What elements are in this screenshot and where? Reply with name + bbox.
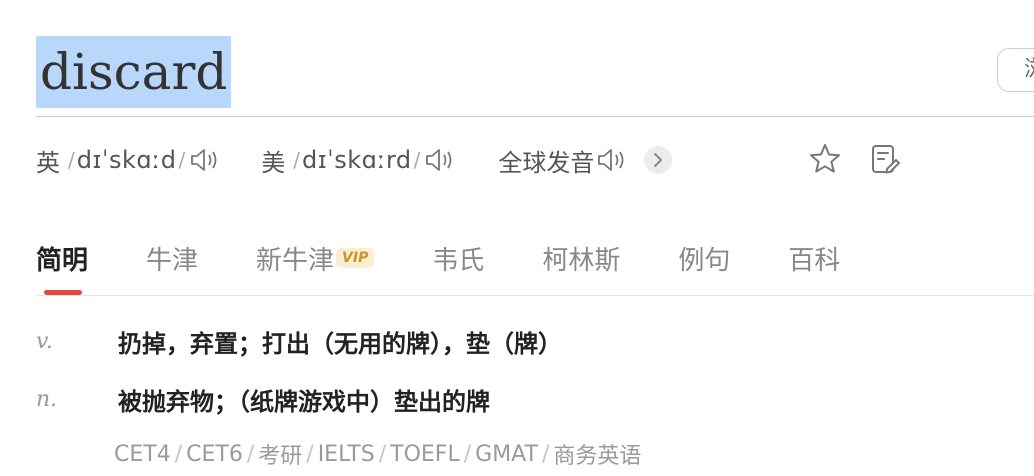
exam-tag: TOEFL bbox=[390, 441, 460, 467]
chevron-right-icon[interactable] bbox=[644, 146, 673, 174]
tab-concise[interactable]: 简明 bbox=[36, 240, 88, 277]
exam-tag: 考研 bbox=[258, 444, 303, 469]
vip-badge: VIP bbox=[336, 248, 375, 268]
global-pronunciation[interactable]: 全球发音 bbox=[498, 143, 673, 178]
headword[interactable]: discard bbox=[36, 36, 232, 108]
word-tools bbox=[808, 142, 902, 176]
phonetic-uk-ipa: dɪˈskɑːd bbox=[76, 146, 177, 174]
tab-oxford[interactable]: 牛津 bbox=[146, 240, 198, 277]
divider bbox=[36, 116, 1034, 117]
definition-item: v. 扔掉，弃置；打出（无用的牌），垫（牌） bbox=[36, 324, 562, 359]
exam-tag: 商务英语 bbox=[553, 444, 642, 469]
exam-tag: CET4 bbox=[114, 441, 171, 467]
slash: / bbox=[178, 148, 186, 172]
tab-encyclopedia[interactable]: 百科 bbox=[788, 240, 840, 277]
phonetic-us-label: 美 bbox=[261, 148, 286, 177]
part-of-speech: n. bbox=[36, 387, 58, 412]
exam-tags: CET4 / CET6 / 考研 / IELTS / TOEFL / GMAT … bbox=[114, 438, 641, 470]
phonetic-us: 美 / dɪˈskɑːrd / bbox=[261, 143, 458, 178]
phonetic-us-ipa: dɪˈskɑːrd bbox=[301, 146, 412, 174]
tab-collins[interactable]: 柯林斯 bbox=[542, 240, 620, 277]
definition-item: n. 被抛弃物；（纸牌游戏中）垫出的牌 bbox=[36, 382, 490, 417]
dictionary-tabs: 简明 牛津 新牛津 VIP 韦氏 柯林斯 例句 百科 bbox=[36, 236, 898, 280]
star-icon[interactable] bbox=[808, 142, 842, 176]
separator: / bbox=[378, 441, 387, 467]
separator: / bbox=[246, 441, 255, 467]
phonetics-row: 英 / dɪˈskɑːd / 美 / dɪˈskɑːrd / 全球发音 bbox=[36, 138, 673, 182]
speaker-icon[interactable] bbox=[596, 145, 630, 175]
exam-tag: CET6 bbox=[186, 441, 243, 467]
slash: / bbox=[68, 148, 75, 172]
slash: / bbox=[413, 148, 421, 172]
separator: / bbox=[541, 441, 550, 467]
phonetic-uk-label: 英 bbox=[36, 148, 60, 177]
note-edit-icon[interactable] bbox=[868, 142, 902, 176]
global-pronunciation-label: 全球发音 bbox=[498, 148, 595, 177]
exam-tag: IELTS bbox=[317, 441, 375, 467]
tab-new-oxford-label: 新牛津 bbox=[256, 245, 335, 276]
side-button[interactable]: 浏 bbox=[997, 48, 1034, 92]
tab-webster[interactable]: 韦氏 bbox=[432, 240, 484, 277]
separator: / bbox=[306, 441, 314, 467]
definition-text[interactable]: 扔掉，弃置；打出（无用的牌），垫（牌） bbox=[118, 324, 562, 359]
exam-tag: GMAT bbox=[475, 441, 538, 467]
divider bbox=[36, 295, 1034, 296]
phonetic-uk: 英 / dɪˈskɑːd / bbox=[36, 143, 223, 178]
definition-text[interactable]: 被抛弃物；（纸牌游戏中）垫出的牌 bbox=[118, 382, 490, 417]
tab-examples[interactable]: 例句 bbox=[678, 240, 730, 277]
speaker-icon[interactable] bbox=[189, 145, 223, 175]
speaker-icon[interactable] bbox=[424, 145, 458, 175]
dictionary-card: discard 浏 英 / dɪˈskɑːd / 美 / dɪˈskɑːrd / bbox=[0, 0, 1034, 476]
part-of-speech: v. bbox=[36, 329, 53, 354]
separator: / bbox=[174, 441, 183, 467]
slash: / bbox=[293, 148, 300, 172]
separator: / bbox=[463, 441, 472, 467]
tab-new-oxford[interactable]: 新牛津 VIP bbox=[256, 240, 375, 277]
